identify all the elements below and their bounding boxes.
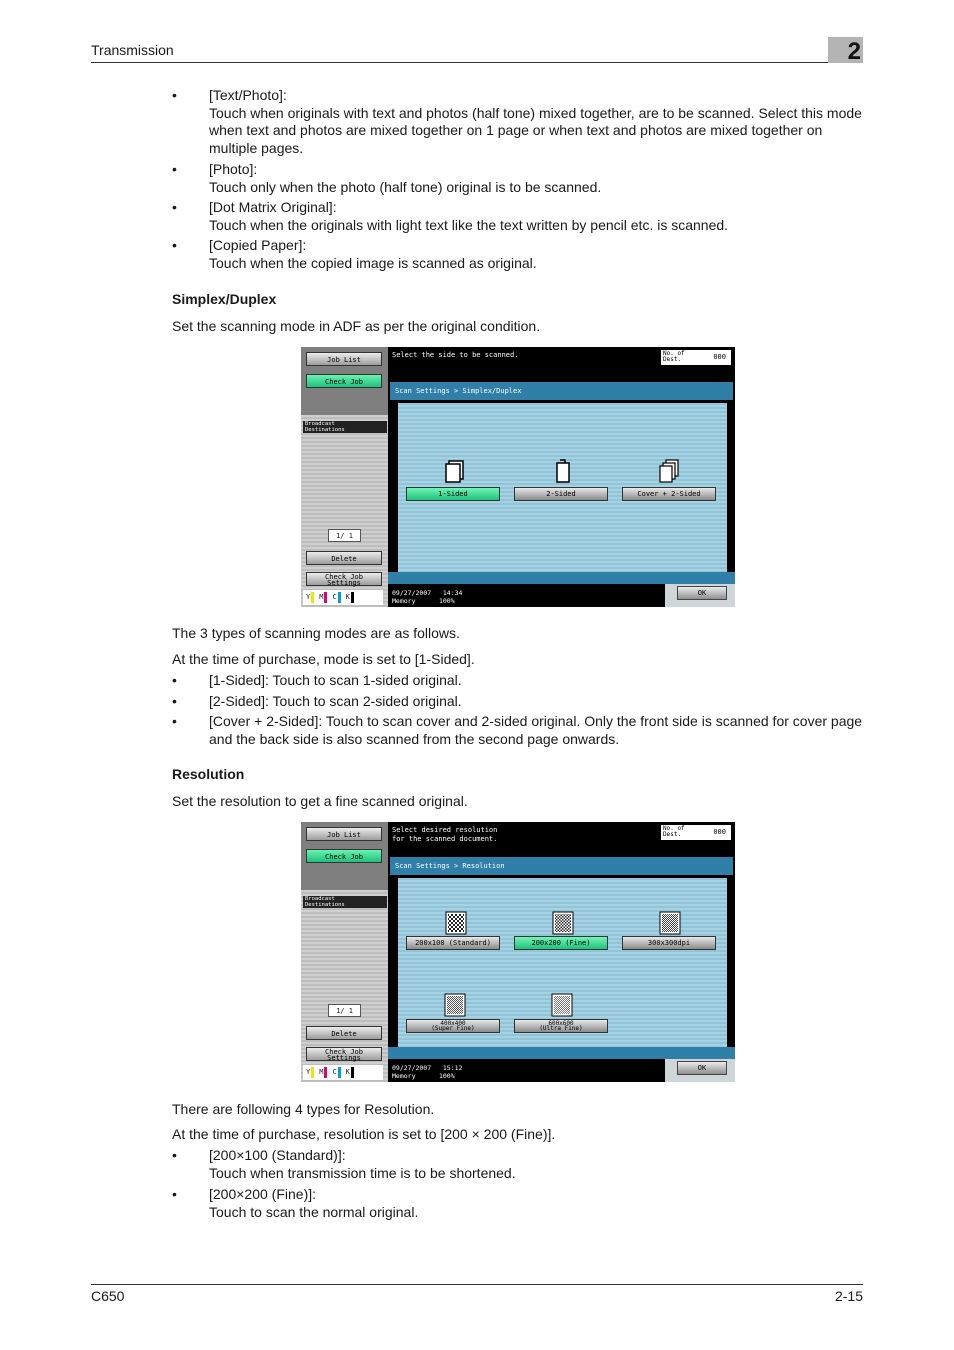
resolution-ultra-fine-button[interactable]: 600x600 (Ultra Fine) [514,1019,608,1033]
breadcrumb: Scan Settings > Simplex/Duplex [390,382,733,400]
list-item: [200×200 (Fine)]: Touch to scan the norm… [172,1186,864,1221]
resolution-types-intro: There are following 4 types for Resoluti… [172,1101,435,1117]
resolution-300dpi-button[interactable]: 300x300dpi [622,936,716,950]
resolution-standard-icon [445,911,467,935]
bullet-label: [200×100 (Standard)]: [209,1147,346,1163]
job-list-button[interactable]: Job List [306,827,382,841]
bullet-label: [Photo]: [209,161,258,177]
list-item: [Cover + 2-Sided]: Touch to scan cover a… [172,713,864,748]
resolution-super-fine-button[interactable]: 400x400 (Super Fine) [406,1019,500,1033]
status-time: 14:34 [442,589,463,597]
check-job-button[interactable]: Check Job [306,849,382,863]
resolution-bullet-list: [200×100 (Standard)]: Touch when transmi… [172,1147,864,1221]
list-item: [2-Sided]: Touch to scan 2-sided origina… [172,693,864,711]
bullet-label: [Copied Paper]: [209,237,307,253]
device-screen-resolution: Job List Check Job Broadcast Destination… [301,822,735,1082]
toner-indicator: YMCK [303,590,383,605]
resolution-ultra-fine-icon [551,993,573,1017]
resolution-fine-button[interactable]: 200x200 (Fine) [514,936,608,950]
resolution-300dpi-icon [659,911,681,935]
message-bar: Select the side to be scanned. No. of De… [388,347,735,382]
device-sidebar: Job List Check Job Broadcast Destination… [301,347,388,607]
job-list-button[interactable]: Job List [306,352,382,366]
screen-message: Select the side to be scanned. [392,351,519,359]
device-sidebar: Job List Check Job Broadcast Destination… [301,822,388,1082]
bullet-label: [Text/Photo]: [209,87,287,103]
message-bar: Select desired resolution for the scanne… [388,822,735,857]
bullet-text: Touch when the originals with light text… [209,216,729,233]
list-item: [200×100 (Standard)]: Touch when transmi… [172,1147,864,1182]
status-date: 09/27/2007 [392,1064,432,1072]
status-memory: 100% [438,1072,455,1080]
simplex-description: Set the scanning mode in ADF as per the … [172,318,541,334]
dest-counter-box: No. of Dest. 000 [661,825,731,840]
broadcast-destinations-label: Broadcast Destinations [303,896,387,908]
options-area: 1-Sided 2-Sided Cover + 2-Sided [398,403,727,584]
intro-bullet-list: [Text/Photo]: Touch when originals with … [172,87,864,272]
check-job-settings-button[interactable]: Check Job Settings [306,1047,382,1062]
status-memory-label: Memory [392,1072,416,1080]
screen-message: Select desired resolution for the scanne… [392,826,498,843]
check-job-button[interactable]: Check Job [306,374,382,388]
bullet-text: Touch when transmission time is to be sh… [209,1164,516,1181]
resolution-super-fine-icon [444,993,466,1017]
footer-page-number: 2-15 [834,1288,863,1304]
check-job-settings-button[interactable]: Check Job Settings [306,572,382,587]
page-counter: 1/ 1 [328,529,361,542]
header-rule [91,62,863,63]
footer-rule [91,1284,863,1285]
dest-counter-box: No. of Dest. 000 [661,350,731,365]
resolution-default: At the time of purchase, resolution is s… [172,1126,556,1142]
bullet-text: Touch when originals with text and photo… [209,104,862,156]
resolution-fine-icon [552,911,574,935]
bullet-text: Touch to scan the normal original. [209,1203,419,1220]
simplex-default: At the time of purchase, mode is set to … [172,651,475,667]
status-memory-label: Memory [392,597,416,605]
ok-button[interactable]: OK [677,1061,727,1075]
footer-model: C650 [91,1288,125,1304]
list-item: [Dot Matrix Original]: Touch when the or… [172,199,864,234]
chapter-number: 2 [828,37,863,65]
section-heading-resolution: Resolution [172,766,245,782]
simplex-bullet-list: [1-Sided]: Touch to scan 1-sided origina… [172,672,864,748]
one-sided-icon [445,460,464,483]
broadcast-destinations-label: Broadcast Destinations [303,421,387,433]
options-area: 200x100 (Standard) 200x200 (Fine) 300x30… [398,878,727,1059]
delete-button[interactable]: Delete [306,551,382,565]
status-date: 09/27/2007 [392,589,432,597]
device-screen-simplex: Job List Check Job Broadcast Destination… [301,347,735,607]
two-sided-icon [556,459,570,483]
list-item: [1-Sided]: Touch to scan 1-sided origina… [172,672,864,690]
status-memory: 100% [438,597,455,605]
list-item: [Photo]: Touch only when the photo (half… [172,161,864,196]
page-counter: 1/ 1 [328,1004,361,1017]
breadcrumb: Scan Settings > Resolution [390,857,733,875]
list-item: [Copied Paper]: Touch when the copied im… [172,237,864,272]
section-heading-simplex: Simplex/Duplex [172,291,277,307]
one-sided-button[interactable]: 1-Sided [406,487,500,501]
list-item: [Text/Photo]: Touch when originals with … [172,87,864,157]
status-time: 15:12 [442,1064,463,1072]
bullet-text: Touch when the copied image is scanned a… [209,254,537,271]
bullet-label: [Dot Matrix Original]: [209,199,337,215]
two-sided-button[interactable]: 2-Sided [514,487,608,501]
resolution-description: Set the resolution to get a fine scanned… [172,793,468,809]
delete-button[interactable]: Delete [306,1026,382,1040]
cover-two-sided-button[interactable]: Cover + 2-Sided [622,487,716,501]
resolution-standard-button[interactable]: 200x100 (Standard) [406,936,500,950]
toner-indicator: YMCK [303,1065,383,1080]
cover-two-sided-icon [659,459,679,483]
bullet-label: [200×200 (Fine)]: [209,1186,317,1202]
bullet-text: Touch only when the photo (half tone) or… [209,178,602,195]
simplex-types-intro: The 3 types of scanning modes are as fol… [172,625,460,641]
page-header-title: Transmission [91,42,174,58]
ok-button[interactable]: OK [677,586,727,600]
